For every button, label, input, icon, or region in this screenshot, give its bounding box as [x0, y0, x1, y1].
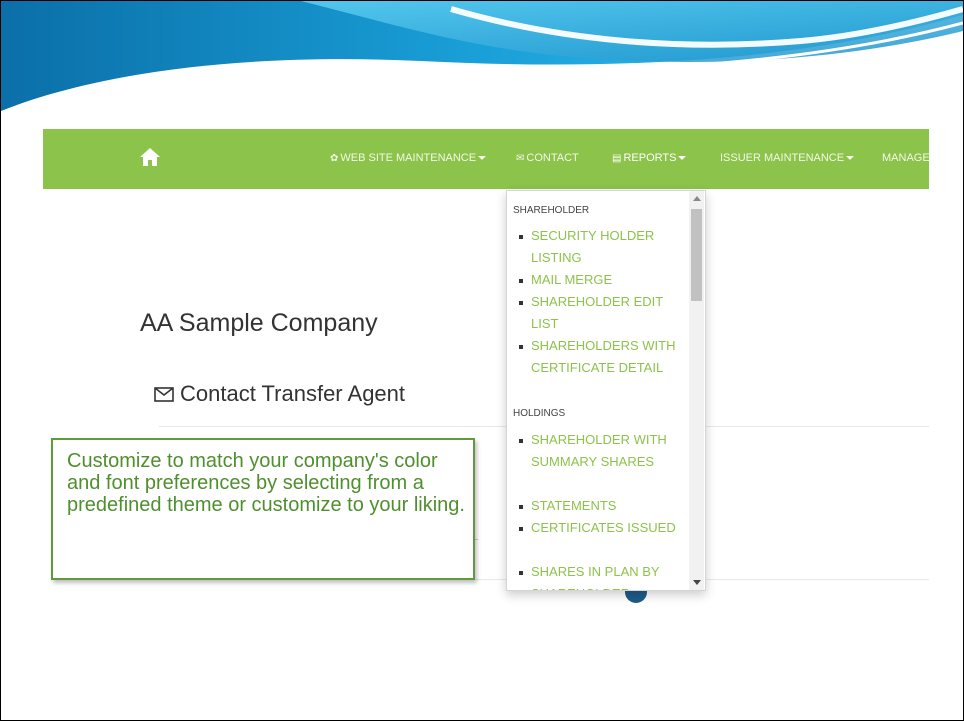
menu-item-shareholder-with-summary-shares[interactable]: SHAREHOLDER WITH SUMMARY SHARES — [531, 429, 687, 473]
caret-down-icon — [846, 156, 855, 161]
company-title: AA Sample Company — [140, 309, 378, 337]
envelope-icon: ✉ — [516, 153, 525, 164]
nav-reports[interactable]: ▤ REPORTS — [612, 152, 687, 164]
scroll-down-arrow-icon[interactable] — [693, 580, 701, 585]
envelope-outline-icon — [154, 386, 174, 402]
scroll-up-arrow-icon[interactable] — [693, 196, 701, 201]
menu-item-shares-in-plan-by-shareholder[interactable]: SHARES IN PLAN BY SHAREHOLDER — [531, 561, 687, 590]
partial-button[interactable] — [625, 589, 647, 603]
callout-text: Customize to match your company's color … — [67, 450, 465, 516]
menu-item-certificates-issued[interactable]: CERTIFICATES ISSUED — [531, 517, 687, 539]
file-icon: ▤ — [612, 153, 622, 164]
home-icon[interactable] — [139, 147, 161, 167]
nav-web-site-maintenance[interactable]: ✿ WEB SITE MAINTENANCE — [330, 152, 487, 164]
bullet-icon — [519, 235, 523, 239]
dropdown-scrollbar[interactable] — [689, 191, 704, 590]
gear-icon: ✿ — [330, 153, 339, 164]
bullet-icon — [519, 439, 523, 443]
menu-item-security-holder-listing[interactable]: SECURITY HOLDER LISTING — [531, 225, 687, 269]
nav-manage[interactable]: MANAGE — [882, 152, 929, 164]
bullet-icon — [519, 301, 523, 305]
section-header-holdings: HOLDINGS — [513, 408, 566, 419]
header-wave-graphic — [1, 1, 963, 115]
menu-item-mail-merge[interactable]: MAIL MERGE — [531, 269, 687, 291]
contact-heading: Contact Transfer Agent — [154, 381, 405, 407]
nav-contact[interactable]: ✉ CONTACT — [516, 152, 579, 164]
bullet-icon — [519, 571, 523, 575]
bullet-icon — [519, 279, 523, 283]
nav-issuer-maintenance[interactable]: ISSUER MAINTENANCE — [720, 152, 855, 164]
top-navbar: ✿ WEB SITE MAINTENANCE ✉ CONTACT ▤ REPORTS … — [43, 129, 929, 189]
reports-dropdown-menu: SHAREHOLDER SECURITY HOLDER LISTING MAIL… — [506, 190, 706, 591]
menu-item-shareholders-with-certificate-detail[interactable]: SHAREHOLDERS WITH CERTIFICATE DETAIL — [531, 335, 687, 379]
slide: ✿ WEB SITE MAINTENANCE ✉ CONTACT ▤ REPORTS … — [0, 0, 964, 721]
callout-box: Customize to match your company's color … — [51, 438, 475, 580]
caret-down-icon — [678, 156, 687, 161]
bullet-icon — [519, 505, 523, 509]
bullet-icon — [519, 527, 523, 531]
contact-heading-label: Contact Transfer Agent — [180, 381, 406, 406]
section-header-shareholder: SHAREHOLDER — [513, 205, 590, 216]
scrollbar-thumb[interactable] — [691, 209, 702, 301]
bullet-icon — [519, 345, 523, 349]
menu-item-shareholder-edit-list[interactable]: SHAREHOLDER EDIT LIST — [531, 291, 687, 335]
caret-down-icon — [478, 156, 487, 161]
menu-item-statements[interactable]: STATEMENTS — [531, 495, 687, 517]
